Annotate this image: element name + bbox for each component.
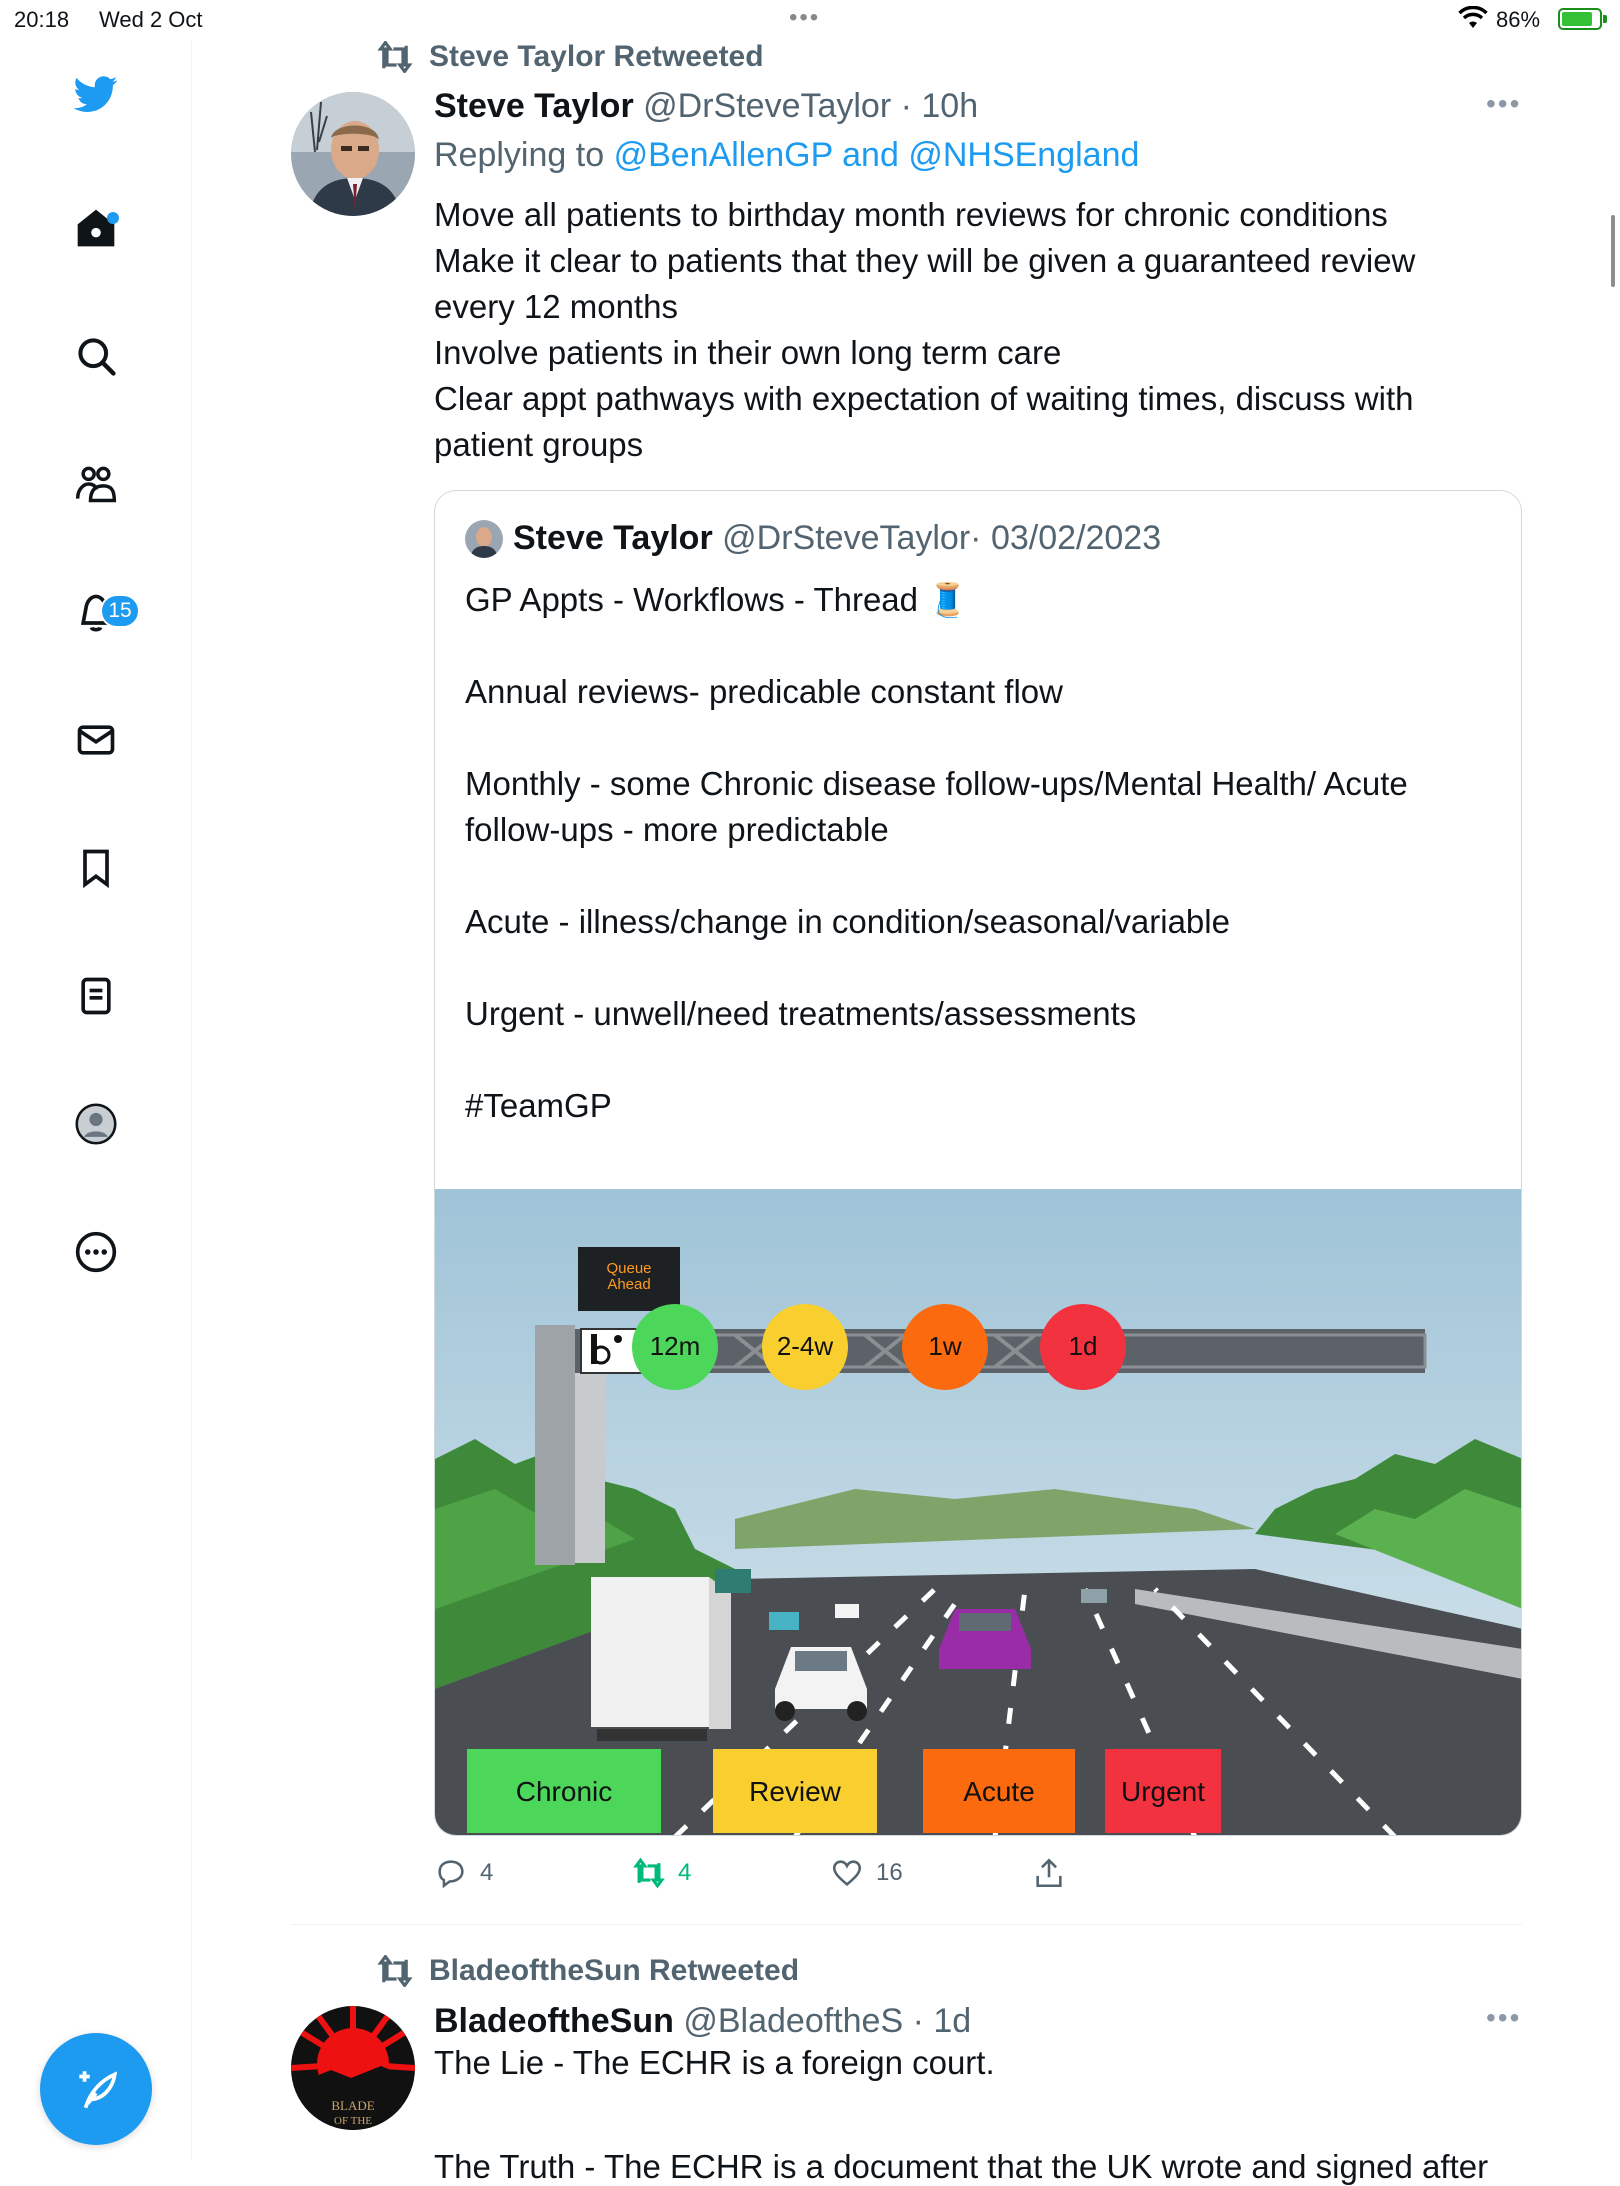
wifi-icon [1458,6,1488,28]
svg-text:BLADE: BLADE [331,2098,374,2113]
wait-time-label: 2-4w [777,1331,834,1361]
tweet-body-line: patient groups [434,426,644,463]
retweeted-by-label: BladeoftheSun Retweeted [429,1954,800,1987]
author-name[interactable]: Steve Taylor [434,87,634,125]
quote-avatar [465,519,503,558]
status-date: Wed 2 Oct [99,7,203,32]
tweet-body-line: Move all patients to birthday month revi… [434,196,1388,233]
tweet-header: Steve Taylor @DrSteveTaylor · 10h [434,87,978,126]
tweet-body-line: Clear appt pathways with expectation of … [434,380,1414,417]
share-button[interactable] [1032,1856,1066,1890]
multitasking-dots-icon[interactable]: ••• [789,4,820,32]
queue-ahead-sign: Queue [606,1260,651,1277]
timeline: Steve Taylor Retweeted Steve Taylor @DrS… [192,40,1620,2185]
lane-category-label: Review [749,1776,842,1807]
quote-hashtag[interactable]: #TeamGP [465,1083,1505,1129]
home-unread-dot [107,212,119,224]
quote-header: Steve Taylor @DrSteveTaylor · 03/02/2023 [465,519,1161,558]
status-time: 20:18 [14,7,70,32]
quoted-tweet[interactable]: Steve Taylor @DrSteveTaylor · 03/02/2023… [434,490,1522,1836]
svg-text:Ahead: Ahead [607,1276,650,1293]
reply-and: and [842,136,899,174]
retweet-context[interactable]: BladeoftheSun Retweeted [375,1954,799,1988]
retweet-icon [377,41,413,73]
replying-to: Replying to @BenAllenGP and @NHSEngland [434,136,1139,175]
like-count: 16 [876,1859,903,1886]
retweeted-by-label: Steve Taylor Retweeted [429,40,764,73]
profile-icon[interactable] [70,1098,122,1150]
tweet-body: Move all patients to birthday month revi… [434,192,1494,468]
replying-to-label: Replying to [434,136,605,174]
status-bar: 20:18 Wed 2 Oct ••• 86% [0,0,1620,40]
compose-tweet-button[interactable] [40,2033,152,2145]
sidebar: 15 [0,40,192,2160]
reply-mention-1[interactable]: @BenAllenGP [614,136,833,174]
quote-date: · 03/02/2023 [970,519,1162,557]
share-icon [1036,1858,1062,1888]
quote-line: follow-ups - more predictable [465,811,889,848]
more-options-icon[interactable] [70,1226,122,1278]
reply-icon [438,1860,464,1889]
home-icon[interactable] [70,202,122,254]
twitter-logo-icon[interactable] [70,68,122,120]
retweet-context[interactable]: Steve Taylor Retweeted [375,40,764,74]
battery-icon [1558,8,1607,30]
reply-mention-2[interactable]: @NHSEngland [908,136,1139,174]
quote-body: GP Appts - Workflows - Thread 🧵 Annual r… [465,577,1505,1129]
like-button[interactable]: 16 [830,1856,903,1890]
notifications-badge: 15 [100,594,140,628]
communities-icon[interactable] [70,458,122,510]
retweet-button[interactable]: 4 [632,1856,691,1890]
lists-icon[interactable] [70,970,122,1022]
lane-category-label: Chronic [516,1776,612,1807]
tweet-actions: 4 4 16 [434,1856,1134,1900]
compose-feather-icon [79,2071,118,2109]
author-handle[interactable]: @BladeoftheS [683,2002,903,2040]
avatar[interactable] [291,92,415,216]
quote-author-name: Steve Taylor [513,519,713,557]
lane-category-label: Urgent [1121,1776,1205,1807]
tweet-body-line: Make it clear to patients that they will… [434,242,1416,279]
avatar[interactable]: BLADE OF THE [291,2006,415,2130]
tweet-body-line: Involve patients in their own long term … [434,334,1062,371]
messages-icon[interactable] [70,714,122,766]
retweet-icon [377,1955,413,1987]
battery-percentage: 86% [1496,7,1541,32]
tweet-time[interactable]: · 1d [913,2002,972,2040]
wait-time-label: 1w [928,1331,961,1361]
wait-time-label: 1d [1069,1331,1098,1361]
wait-time-label: 12m [650,1331,701,1361]
reply-button[interactable]: 4 [434,1856,493,1890]
tweet-time[interactable]: · 10h [901,87,979,125]
retweet-count: 4 [678,1859,692,1886]
reply-count: 4 [480,1859,494,1886]
quote-line: Acute - illness/change in condition/seas… [465,903,1230,940]
quote-line: Monthly - some Chronic disease follow-up… [465,765,1408,802]
heart-icon [832,1860,862,1886]
motorway-illustration[interactable]: Queue Ahead 12m 2-4w 1w 1d Chronic Revie… [435,1189,1522,1836]
tweet-more-icon[interactable]: ••• [1486,2002,1521,2034]
tweet-body: The Lie - The ECHR is a foreign court. [434,2044,995,2081]
tweet-header: BladeoftheSun @BladeoftheS · 1d [434,2002,971,2041]
tweet-body-partial: The Truth - The ECHR is a document that … [434,2148,1489,2185]
retweet-icon [633,1857,665,1889]
quote-line: Annual reviews- predicable constant flow [465,673,1063,710]
quote-line: GP Appts - Workflows - Thread 🧵 [465,581,969,618]
quote-author-handle: @DrSteveTaylor [722,519,971,557]
author-handle[interactable]: @DrSteveTaylor [643,87,891,125]
lane-category-label: Acute [963,1776,1035,1807]
tweet-divider [291,1924,1522,1925]
bookmarks-icon[interactable] [70,842,122,894]
svg-text:OF THE: OF THE [334,2115,372,2127]
quote-line: Urgent - unwell/need treatments/assessme… [465,995,1137,1032]
search-icon[interactable] [70,330,122,382]
author-name[interactable]: BladeoftheSun [434,2002,674,2040]
tweet-more-icon[interactable]: ••• [1486,88,1521,120]
tweet-body-line: every 12 months [434,288,678,325]
